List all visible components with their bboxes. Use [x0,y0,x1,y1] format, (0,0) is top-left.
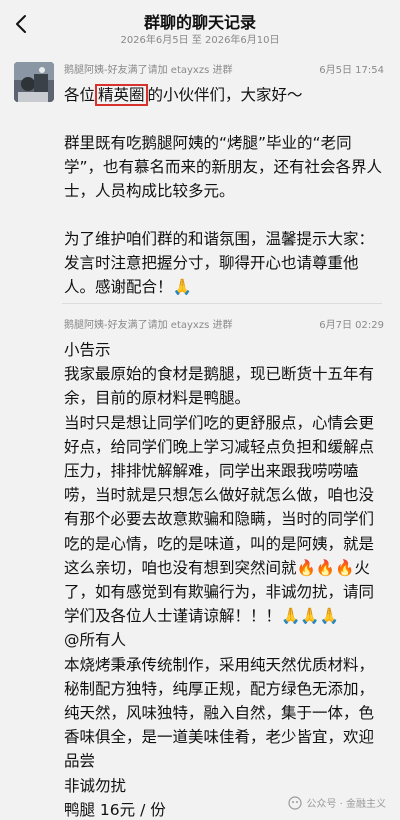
message-item: 鹅腿阿姨-好友满了请加 etayxzs 进群 6月5日 17:54 各位 精英圈的… [0,56,400,296]
message-time: 6月7日 02:29 [319,320,384,331]
message-line: 当时只是想让同学们吃的更舒服点，心情会更好点，给同学们晚上学习减轻点负担和缓解点… [64,413,375,626]
message-content: 各位 精英圈 的小伙伴们，大家好～ 群里既有吃鹅腿阿姨的“烤腿”毕业的“老同学”，也… [64,83,384,299]
message-line: 本烧烤秉承传统制作，采用纯天然优质材料，秘制配方独特，纯厚正规，配方绿色无添加，… [64,655,375,771]
avatar[interactable] [14,62,54,102]
watermark-text: 公众号 · 金融主义 [306,799,386,810]
greeting-before: 各位 [64,86,96,104]
message-content: 小告示 我家最原始的食材是鹅腿，现已断货十五年有余，目前的原材料是鸭腿。 当时只… [64,338,384,820]
watermark: 公众号 · 金融主义 [288,795,386,810]
message-time: 6月5日 17:54 [319,65,384,76]
date-range: 2026年6月5日 至 2026年6月10日 [120,35,280,46]
message-paragraph: 群里既有吃鹅腿阿姨的“烤腿”毕业的“老同学”，也有慕名而来的新朋友，还有社会各界… [64,134,383,200]
message-divider [62,303,382,304]
sender-name: 鹅腿阿姨-好友满了请加 etayxzs 进群 [64,320,233,331]
sender-name: 鹅腿阿姨-好友满了请加 etayxzs 进群 [64,65,233,76]
highlighted-group-name: 精英圈 [95,84,148,106]
message-paragraph: 为了维护咱们群的和谐氛围，温馨提示大家：发言时注意把握分寸，聊得开心也请尊重他人… [64,230,375,296]
wechat-official-account-icon [288,795,303,810]
message-item: 鹅腿阿姨-好友满了请加 etayxzs 进群 6月7日 02:29 小告示 我家… [0,311,400,820]
message-line: 我家最原始的食材是鹅腿，现已断货十五年有余，目前的原材料是鸭腿。 [64,365,375,408]
greeting-line: 各位 精英圈 的小伙伴们，大家好～ [64,83,384,107]
chat-history-header: 群聊的聊天记录 2026年6月5日 至 2026年6月10日 [0,0,400,50]
mention-all[interactable]: @所有人 [64,628,384,652]
message-line: 小告示 [64,341,111,359]
page-title: 群聊的聊天记录 [143,13,256,32]
greeting-after: 的小伙伴们，大家好～ [147,86,303,104]
